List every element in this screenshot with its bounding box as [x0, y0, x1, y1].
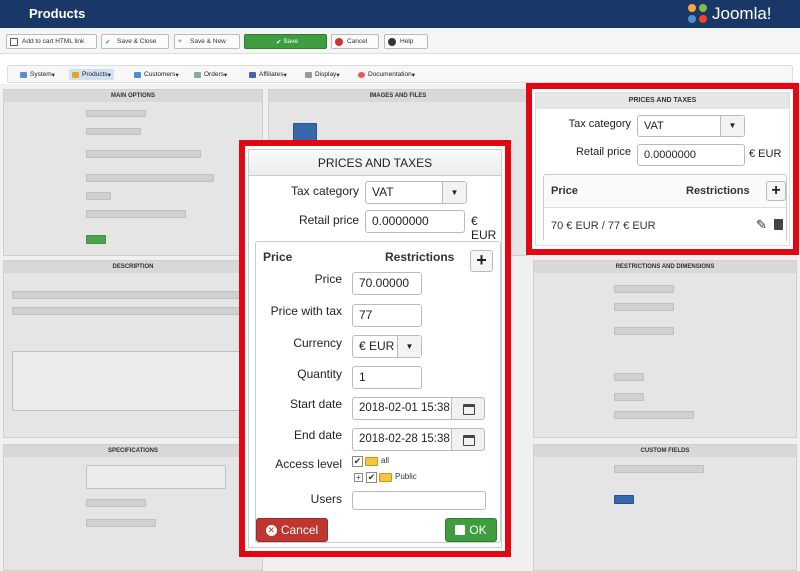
joomla-brand-text: Joomla!	[712, 4, 772, 23]
retail-price-label: Retail price	[298, 213, 359, 227]
menu-orders[interactable]: Orders ▾	[194, 69, 227, 80]
tax-category-label: Tax category	[568, 118, 631, 130]
calendar-icon	[463, 404, 475, 415]
end-date-label: End date	[293, 428, 342, 442]
save-button[interactable]: ✔ Save	[244, 34, 327, 49]
system-icon	[20, 71, 27, 78]
users-label: Users	[310, 492, 342, 506]
add-to-cart-link-button[interactable]: Add to cart HTML link	[6, 34, 97, 49]
dialog-title: PRICES AND TAXES	[249, 150, 501, 176]
component-menu: System ▾ Products ▾ Customers ▾ Orders ▾ Aff…	[7, 65, 793, 83]
price-with-tax-input[interactable]: 77	[352, 304, 422, 327]
products-icon	[72, 71, 79, 78]
download-icon	[10, 37, 18, 46]
retail-price-label: Retail price	[575, 146, 631, 158]
orders-icon	[194, 71, 201, 78]
cancel-button[interactable]: Cancel	[331, 34, 379, 49]
check-icon: ✔	[105, 38, 111, 46]
toolbar: Add to cart HTML link ✔ Save & Close + Sav…	[0, 28, 800, 54]
access-public-label: Public	[395, 472, 417, 481]
price-with-tax-label: Price with tax	[270, 304, 342, 318]
price-input[interactable]: 70.00000	[352, 272, 422, 295]
chevron-down-icon: ▼	[442, 182, 466, 203]
restrictions-column-header: Restrictions	[686, 185, 750, 197]
panel-heading: PRICES AND TAXES	[536, 93, 789, 109]
price-column-header: Price	[551, 185, 578, 197]
customers-icon	[134, 71, 141, 78]
check-icon: ✔	[275, 38, 284, 46]
menu-display[interactable]: Display ▾	[305, 69, 340, 80]
help-button[interactable]: Help	[384, 34, 428, 49]
add-price-button[interactable]: +	[470, 250, 493, 272]
chevron-down-icon: ▼	[397, 336, 421, 357]
access-level-label: Access level	[275, 457, 342, 471]
access-all-checkbox[interactable]: ✔	[352, 456, 363, 467]
currency-unit: € EUR	[471, 214, 497, 242]
menu-documentation[interactable]: Documentation ▾	[358, 69, 415, 80]
joomla-logo-icon	[688, 4, 708, 24]
menu-system[interactable]: System ▾	[20, 69, 55, 80]
plus-icon: +	[178, 37, 182, 45]
folder-icon	[379, 473, 392, 482]
save-icon	[455, 525, 466, 535]
price-edit-dialog-highlight: PRICES AND TAXES Tax category VAT ▼ Reta…	[239, 140, 511, 557]
start-date-label: Start date	[289, 397, 342, 411]
folder-icon	[365, 457, 378, 466]
price-edit-dialog: PRICES AND TAXES Tax category VAT ▼ Reta…	[248, 149, 502, 548]
price-editor: Price Restrictions + Price 70.00000 Pric…	[255, 241, 501, 543]
menu-products[interactable]: Products ▾	[69, 69, 114, 80]
restrictions-column-header: Restrictions	[385, 250, 455, 264]
chevron-down-icon: ▼	[720, 116, 744, 136]
dialog-cancel-button[interactable]: ✕ Cancel	[256, 518, 328, 542]
display-icon	[305, 71, 312, 78]
tax-category-label: Tax category	[290, 184, 359, 198]
start-date-input[interactable]: 2018-02-01 15:38	[352, 397, 452, 420]
currency-unit: € EUR	[749, 148, 782, 160]
end-date-input[interactable]: 2018-02-28 15:38	[352, 428, 452, 451]
retail-price-input[interactable]: 0.0000000	[637, 144, 745, 166]
currency-select[interactable]: € EUR ▼	[352, 335, 422, 358]
cancel-icon: ✕	[265, 524, 277, 536]
affiliates-icon	[249, 71, 256, 78]
price-row-value: 70 € EUR / 77 € EUR	[551, 220, 656, 232]
quantity-label: Quantity	[297, 367, 342, 381]
prices-taxes-panel: PRICES AND TAXES Tax category VAT ▼ Reta…	[535, 92, 790, 246]
expand-tree-icon[interactable]: +	[354, 473, 363, 482]
cancel-icon	[335, 37, 343, 46]
help-icon	[388, 37, 396, 46]
pencil-icon[interactable]: ✎	[756, 217, 767, 233]
price-label: Price	[314, 272, 342, 286]
price-row[interactable]: 70 € EUR / 77 € EUR ✎	[544, 207, 786, 243]
page-title: Products	[29, 6, 86, 21]
prices-taxes-panel-highlight: PRICES AND TAXES Tax category VAT ▼ Reta…	[526, 83, 799, 255]
tax-category-select[interactable]: VAT ▼	[637, 115, 745, 137]
add-price-button[interactable]: +	[766, 181, 786, 201]
menu-customers[interactable]: Customers ▾	[134, 69, 179, 80]
documentation-icon	[358, 71, 365, 78]
end-date-calendar-button[interactable]	[451, 428, 485, 451]
users-input[interactable]	[352, 491, 486, 510]
save-new-button[interactable]: + Save & New	[174, 34, 240, 49]
start-date-calendar-button[interactable]	[451, 397, 485, 420]
price-list: Price Restrictions + 70 € EUR / 77 € EUR…	[543, 174, 787, 243]
app-header: Products Joomla!	[0, 0, 800, 28]
quantity-input[interactable]: 1	[352, 366, 422, 389]
currency-label: Currency	[293, 336, 342, 350]
save-close-button[interactable]: ✔ Save & Close	[101, 34, 169, 49]
tax-category-select[interactable]: VAT ▼	[365, 181, 467, 204]
joomla-logo[interactable]: Joomla!	[688, 3, 772, 25]
price-column-header: Price	[263, 250, 293, 264]
menu-affiliates[interactable]: Affiliates ▾	[249, 69, 287, 80]
dialog-ok-button[interactable]: OK	[445, 518, 497, 542]
calendar-icon	[463, 435, 475, 446]
access-all-label: all	[381, 456, 390, 465]
retail-price-input[interactable]: 0.0000000	[365, 210, 465, 233]
access-public-checkbox[interactable]: ✔	[366, 472, 377, 483]
trash-icon[interactable]	[774, 219, 783, 230]
